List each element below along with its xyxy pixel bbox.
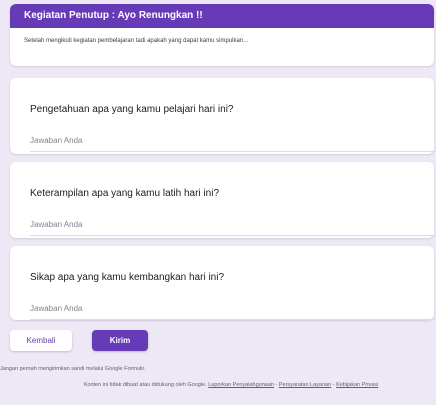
question-card: Keterampilan apa yang kamu latih hari in…: [10, 162, 436, 238]
section-header-card: Kegiatan Penutup : Ayo Renungkan !! Sete…: [10, 4, 434, 66]
back-button[interactable]: Kembali: [10, 330, 72, 351]
question-card: Sikap apa yang kamu kembangkan hari ini?: [10, 246, 436, 320]
submit-button[interactable]: Kirim: [92, 330, 148, 351]
question-title: Keterampilan apa yang kamu latih hari in…: [30, 188, 219, 199]
report-abuse-link[interactable]: Laporkan Penyalahgunaan: [208, 382, 274, 388]
footer-separator: -: [275, 382, 278, 388]
answer-input[interactable]: [30, 300, 436, 320]
footer-separator: -: [332, 382, 335, 388]
footer: Konten ini tidak dibuat atau didukung ol…: [30, 382, 432, 389]
section-title: Kegiatan Penutup : Ayo Renungkan !!: [10, 4, 434, 28]
question-title: Sikap apa yang kamu kembangkan hari ini?: [30, 272, 225, 283]
password-warning: Jangan pernah mengirimkan sandi melalui …: [0, 366, 146, 372]
privacy-link[interactable]: Kebijakan Privasi: [336, 382, 378, 388]
question-card: Pengetahuan apa yang kamu pelajari hari …: [10, 78, 436, 154]
terms-link[interactable]: Persyaratan Layanan: [279, 382, 331, 388]
question-title: Pengetahuan apa yang kamu pelajari hari …: [30, 104, 234, 115]
footer-disclaimer: Konten ini tidak dibuat atau didukung ol…: [83, 382, 207, 388]
section-description: Setelah mengikuti kegiatan pembelajaran …: [24, 38, 249, 44]
answer-input[interactable]: [30, 132, 436, 152]
answer-input[interactable]: [30, 216, 436, 236]
